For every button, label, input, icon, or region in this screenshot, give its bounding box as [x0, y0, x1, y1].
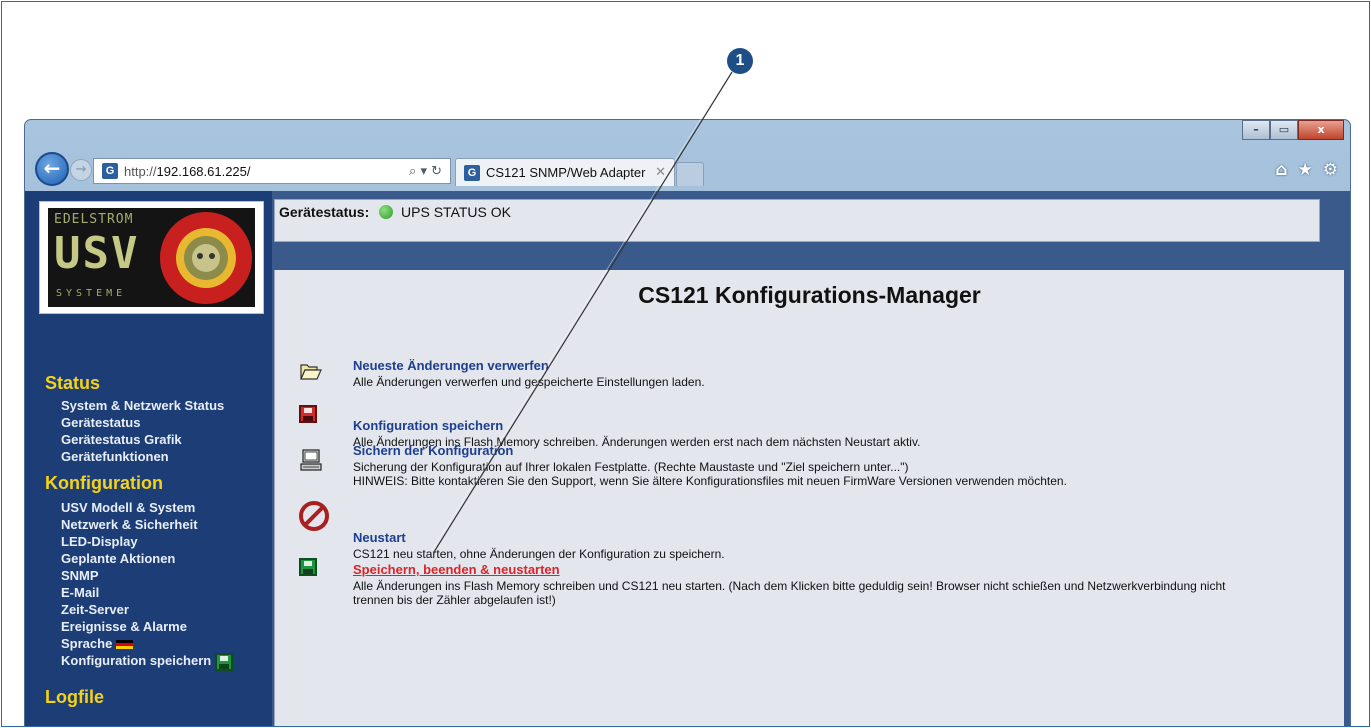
entry-save-exit-restart: Speichern, beenden & neustarten Alle Änd…	[299, 543, 1226, 607]
close-window-button[interactable]: x	[1298, 120, 1344, 140]
address-bar[interactable]: G http://192.168.61.225/ ⌕ ▾ ↻	[93, 158, 451, 184]
entry-desc: Alle Änderungen ins Flash Memory schreib…	[353, 579, 1226, 593]
figure-frame: 1 – ▭ x ← → G http://192.168.61.225/ ⌕ ▾…	[1, 1, 1370, 727]
no-entry-icon	[299, 501, 329, 531]
url-host: 192.168.61.225/	[156, 163, 251, 179]
nav-item-snmp[interactable]: SNMP	[61, 567, 233, 584]
nav-item-geraetestatus-grafik[interactable]: Gerätestatus Grafik	[61, 431, 224, 448]
tab-cs121[interactable]: G CS121 SNMP/Web Adapter ✕	[455, 158, 675, 186]
web-page: EDELSTROM USV SYSTEME Status System & Ne…	[25, 191, 1350, 726]
arrow-right-icon: →	[75, 162, 87, 177]
nav-list-konfiguration: USV Modell & System Netzwerk & Sicherhei…	[61, 499, 234, 671]
nav-item-led-display[interactable]: LED-Display	[61, 533, 233, 550]
save-disk-icon	[215, 652, 234, 671]
nav-item-geraetefunktionen[interactable]: Gerätefunktionen	[61, 448, 224, 465]
save-disk-green-icon	[299, 558, 317, 576]
sidebar: EDELSTROM USV SYSTEME Status System & Ne…	[25, 191, 272, 726]
entry-discard-changes: Neueste Änderungen verwerfen Alle Änderu…	[300, 357, 705, 389]
status-value: UPS STATUS OK	[401, 204, 511, 220]
guarantee-seal-icon	[160, 212, 252, 304]
german-flag-icon	[116, 640, 134, 650]
nav-heading-status: Status	[45, 373, 101, 393]
nav-item-system-netzwerk-status[interactable]: System & Netzwerk Status	[61, 397, 224, 414]
discard-changes-link[interactable]: Neueste Änderungen verwerfen	[353, 358, 549, 373]
entry-desc: Sicherung der Konfiguration auf Ihrer lo…	[353, 460, 909, 474]
search-refresh-controls[interactable]: ⌕ ▾ ↻	[409, 164, 442, 179]
arrow-left-icon: ←	[43, 156, 61, 180]
status-label: Gerätestatus:	[279, 204, 370, 220]
url-text: http://192.168.61.225/	[124, 164, 251, 179]
logo-line1: EDELSTROM	[54, 212, 134, 227]
nav-item-usv-modell[interactable]: USV Modell & System	[61, 499, 233, 516]
entry-desc: Alle Änderungen verwerfen und gespeicher…	[353, 375, 705, 389]
star-icon[interactable]: ★	[1298, 160, 1313, 180]
save-exit-restart-link[interactable]: Speichern, beenden & neustarten	[353, 562, 560, 577]
save-config-link[interactable]: Konfiguration speichern	[353, 418, 503, 433]
device-status-bar: Gerätestatus: UPS STATUS OK	[274, 199, 1320, 242]
forward-button[interactable]: →	[70, 159, 92, 181]
logo-line3: SYSTEME	[56, 288, 127, 299]
new-tab-button[interactable]	[676, 162, 704, 186]
tab-title: CS121 SNMP/Web Adapter	[486, 165, 646, 180]
browser-toolbar: ← → G http://192.168.61.225/ ⌕ ▾ ↻ G CS1…	[25, 144, 1350, 190]
nav-item-zeit-server[interactable]: Zeit-Server	[61, 601, 233, 618]
maximize-button[interactable]: ▭	[1270, 120, 1298, 140]
site-favicon-icon: G	[102, 163, 118, 179]
nav-item-geraetestatus[interactable]: Gerätestatus	[61, 414, 224, 431]
open-folder-icon	[300, 364, 322, 380]
nav-item-sprache[interactable]: Sprache	[61, 635, 233, 652]
page-title: CS121 Konfigurations-Manager	[638, 282, 981, 308]
nav-item-netzwerk[interactable]: Netzwerk & Sicherheit	[61, 516, 233, 533]
nav-item-sprache-label: Sprache	[61, 636, 113, 651]
home-icon[interactable]: ⌂	[1275, 160, 1287, 180]
nav-item-email[interactable]: E-Mail	[61, 584, 233, 601]
logo-line2: USV	[54, 228, 140, 279]
logo: EDELSTROM USV SYSTEME	[39, 201, 264, 314]
minimize-button[interactable]: –	[1242, 120, 1270, 140]
nav-heading-logfile: Logfile	[45, 687, 104, 707]
nav-item-konfiguration-speichern-label: Konfiguration speichern	[61, 653, 212, 668]
entry-desc-cont: trennen bis der Zähler abgelaufen ist!)	[353, 593, 556, 607]
browser-icons: ⌂ ★ ⚙	[1275, 160, 1338, 180]
computer-icon	[300, 449, 322, 471]
nav-item-geplante-aktionen[interactable]: Geplante Aktionen	[61, 550, 233, 567]
entry-backup-config: Sichern der Konfiguration Sicherung der …	[300, 442, 1067, 488]
status-ok-icon	[379, 205, 394, 219]
nav-list-status: System & Netzwerk Status Gerätestatus Ge…	[61, 397, 224, 465]
window-controls: – ▭ x	[1242, 120, 1344, 142]
entry-desc-note: HINWEIS: Bitte kontaktieren Sie den Supp…	[353, 474, 1067, 488]
url-prefix: http://	[124, 163, 157, 179]
save-disk-red-icon	[299, 405, 317, 423]
nav-item-ereignisse[interactable]: Ereignisse & Alarme	[61, 618, 233, 635]
backup-config-link[interactable]: Sichern der Konfiguration	[353, 443, 513, 458]
tab-favicon-icon: G	[464, 164, 480, 181]
gear-icon[interactable]: ⚙	[1323, 160, 1338, 180]
nav-heading-konfiguration: Konfiguration	[45, 473, 163, 493]
nav-item-konfiguration-speichern[interactable]: Konfiguration speichern	[61, 652, 234, 671]
browser-window: – ▭ x ← → G http://192.168.61.225/ ⌕ ▾ ↻…	[24, 119, 1351, 726]
callout-badge-1: 1	[727, 48, 753, 74]
tab-close-icon[interactable]: ✕	[655, 165, 666, 180]
back-button[interactable]: ←	[35, 152, 69, 186]
main-content: CS121 Konfigurations-Manager Neueste Änd…	[274, 270, 1344, 726]
